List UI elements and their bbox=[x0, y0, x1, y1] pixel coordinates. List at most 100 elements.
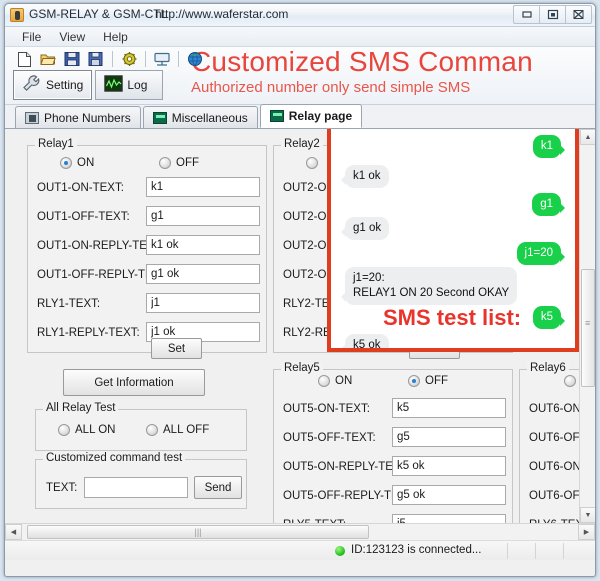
relay5-field-1-label: OUT5-OFF-TEXT: bbox=[283, 432, 376, 444]
relay1-field-1-input[interactable] bbox=[146, 206, 260, 226]
relay1-field-2-label: OUT1-ON-REPLY-TEXT: bbox=[37, 240, 164, 252]
terminal-icon[interactable] bbox=[151, 49, 173, 69]
status-cell bbox=[563, 543, 593, 559]
page-tab-strip: Phone Numbers Miscellaneous Relay page bbox=[5, 104, 595, 129]
menu-item-file[interactable]: File bbox=[13, 29, 50, 45]
relay5-field-2-input[interactable] bbox=[392, 456, 506, 476]
relay5-field-1-input[interactable] bbox=[392, 427, 506, 447]
sms-test-overlay: k1 k1 ok g1 g1 ok j1=20 j1=20: RELAY1 ON… bbox=[327, 129, 579, 352]
sms-bubble-out: g1 bbox=[532, 193, 565, 217]
status-bar: ID:123123 is connected... bbox=[5, 540, 595, 560]
relay1-field-3-input[interactable] bbox=[146, 264, 260, 284]
minimize-icon[interactable] bbox=[513, 5, 540, 24]
relay2-legend: Relay2 bbox=[281, 138, 323, 150]
relay2-radio-on[interactable] bbox=[306, 157, 318, 169]
new-file-icon[interactable] bbox=[13, 49, 35, 69]
scroll-right-icon[interactable]: ▶ bbox=[578, 524, 595, 540]
scroll-down-icon[interactable]: ▼ bbox=[580, 507, 595, 523]
radio-dot bbox=[564, 375, 576, 387]
menu-item-view[interactable]: View bbox=[50, 29, 94, 45]
tab-relay-page[interactable]: Relay page bbox=[259, 104, 363, 128]
relay1-set-button[interactable]: Set bbox=[151, 338, 202, 359]
relay5-radio-off[interactable]: OFF bbox=[408, 375, 448, 387]
toolbar-separator bbox=[145, 51, 146, 67]
menu-item-help[interactable]: Help bbox=[94, 29, 137, 45]
relay1-field-0-label: OUT1-ON-TEXT: bbox=[37, 182, 124, 194]
radio-dot bbox=[159, 157, 171, 169]
banner: Customized SMS Comman Authorized number … bbox=[189, 47, 595, 104]
customized-command-group: Customized command test TEXT: Send bbox=[35, 452, 247, 509]
banner-title: Customized SMS Comman bbox=[191, 47, 533, 77]
relay1-radio-off-label: OFF bbox=[176, 157, 199, 169]
radio-dot bbox=[60, 157, 72, 169]
window-url: http://www.waferstar.com bbox=[155, 7, 289, 21]
sms-bubble-in: g1 ok bbox=[340, 217, 390, 241]
tab-phone-numbers[interactable]: Phone Numbers bbox=[15, 106, 141, 128]
all-off-label: ALL OFF bbox=[163, 424, 210, 436]
radio-dot bbox=[318, 375, 330, 387]
wrench-icon bbox=[22, 74, 42, 96]
all-relay-test-group: All Relay Test ALL ON ALL OFF bbox=[35, 402, 247, 451]
relay1-radio-on-label: ON bbox=[77, 157, 95, 169]
sms-bubble-out: j1=20 bbox=[516, 242, 566, 266]
relay5-field-4-input[interactable] bbox=[392, 514, 506, 523]
status-cell bbox=[535, 543, 563, 559]
globe-icon[interactable] bbox=[184, 49, 206, 69]
scroll-left-icon[interactable]: ◀ bbox=[5, 524, 22, 540]
relay1-field-1-label: OUT1-OFF-TEXT: bbox=[37, 211, 130, 223]
tab-relay-page-label: Relay page bbox=[288, 109, 353, 123]
relay5-field-0-input[interactable] bbox=[392, 398, 506, 418]
relay5-field-2-label: OUT5-ON-REPLY-TEXT: bbox=[283, 461, 410, 473]
sms-bubble-out: k1 bbox=[532, 135, 566, 159]
status-cell bbox=[507, 543, 535, 559]
mode-tab-setting[interactable]: Setting bbox=[13, 70, 93, 100]
close-icon[interactable] bbox=[565, 5, 592, 24]
customized-command-send-button[interactable]: Send bbox=[194, 476, 242, 499]
waveform-icon bbox=[104, 75, 124, 95]
save-icon[interactable] bbox=[61, 49, 83, 69]
maximize-icon[interactable] bbox=[539, 5, 566, 24]
relay5-field-0-label: OUT5-ON-TEXT: bbox=[283, 403, 370, 415]
customized-command-text-label: TEXT: bbox=[46, 482, 78, 494]
get-information-button[interactable]: Get Information bbox=[63, 369, 205, 396]
relay-page-content: Relay1 ON OFF OUT1-ON-TEXT: OUT1-OFF-TEX… bbox=[5, 129, 595, 523]
relay6-legend: Relay6 bbox=[527, 362, 569, 374]
horizontal-scroll-thumb[interactable]: ||| bbox=[27, 525, 369, 539]
vertical-scroll-thumb[interactable] bbox=[581, 269, 595, 387]
mode-tabs: Setting Log bbox=[13, 70, 164, 100]
radio-dot bbox=[408, 375, 420, 387]
relay1-radio-on[interactable]: ON bbox=[60, 157, 94, 169]
app-window: GSM-RELAY & GSM-CTL http://www.waferstar… bbox=[4, 3, 596, 577]
toolbar-icons bbox=[13, 49, 206, 69]
all-on-radio[interactable]: ALL ON bbox=[58, 424, 115, 436]
relay5-radio-on[interactable]: ON bbox=[318, 375, 352, 387]
save-as-icon[interactable] bbox=[85, 49, 107, 69]
window-title: GSM-RELAY & GSM-CTL bbox=[29, 7, 168, 21]
relay1-radio-off[interactable]: OFF bbox=[159, 157, 199, 169]
horizontal-scrollbar[interactable]: ◀ ||| ▶ bbox=[5, 523, 595, 540]
tab-miscellaneous[interactable]: Miscellaneous bbox=[142, 106, 258, 128]
title-bar: GSM-RELAY & GSM-CTL http://www.waferstar… bbox=[5, 4, 595, 27]
mode-tab-log[interactable]: Log bbox=[95, 70, 164, 100]
customized-command-legend: Customized command test bbox=[43, 452, 186, 464]
relay1-field-0-input[interactable] bbox=[146, 177, 260, 197]
all-relay-test-legend: All Relay Test bbox=[43, 402, 119, 414]
customized-command-input[interactable] bbox=[84, 477, 188, 498]
radio-dot bbox=[58, 424, 70, 436]
relay1-field-4-input[interactable] bbox=[146, 293, 260, 313]
gear-icon[interactable] bbox=[118, 49, 140, 69]
content-vertical-scrollbar[interactable]: ▲ ▼ bbox=[579, 129, 595, 523]
all-on-label: ALL ON bbox=[75, 424, 116, 436]
relay5-radio-off-label: OFF bbox=[425, 375, 448, 387]
screen-icon bbox=[269, 110, 284, 122]
scroll-up-icon[interactable]: ▲ bbox=[580, 129, 595, 145]
open-folder-icon[interactable] bbox=[37, 49, 59, 69]
relay5-field-3-input[interactable] bbox=[392, 485, 506, 505]
relay5-radio-on-label: ON bbox=[335, 375, 353, 387]
relay1-field-2-input[interactable] bbox=[146, 235, 260, 255]
toolbar-separator bbox=[178, 51, 179, 67]
tab-phone-numbers-label: Phone Numbers bbox=[44, 110, 131, 125]
all-off-radio[interactable]: ALL OFF bbox=[146, 424, 209, 436]
toolbar-strip: Customized SMS Comman Authorized number … bbox=[5, 47, 595, 105]
app-icon bbox=[10, 8, 24, 22]
